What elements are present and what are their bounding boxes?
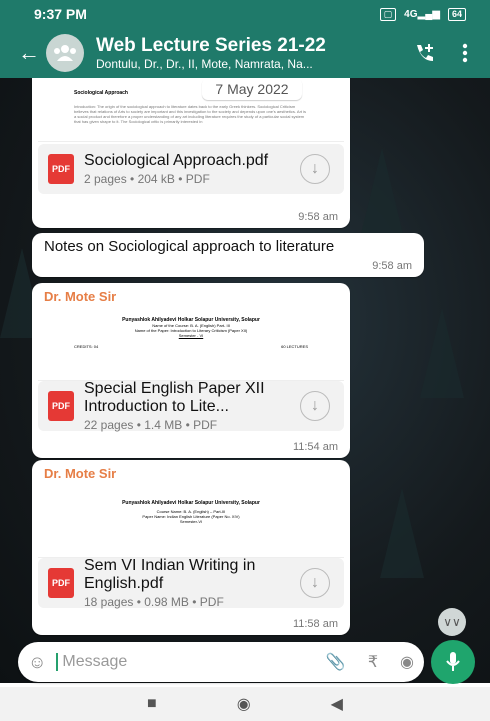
back-arrow-icon[interactable]: ←: [18, 40, 46, 66]
system-nav-bar: ■ ◉ ◀: [0, 687, 490, 721]
message-time: 9:58 am: [298, 211, 338, 223]
download-icon[interactable]: ↓: [300, 391, 330, 421]
download-icon[interactable]: ↓: [300, 154, 330, 184]
doc-meta: 2 pages • 204 kB • PDF: [84, 172, 210, 186]
doc-card[interactable]: PDF Sociological Approach.pdf 2 pages • …: [38, 144, 344, 194]
message-bubble-doc1[interactable]: Sociological Approach Introduction: The …: [32, 78, 350, 228]
battery-icon: 64: [447, 7, 466, 21]
download-icon[interactable]: ↓: [300, 568, 330, 598]
add-call-icon[interactable]: [412, 41, 436, 65]
attach-icon[interactable]: 📎: [326, 652, 346, 672]
wallpaper-tree: [380, 488, 424, 578]
message-composer[interactable]: ☺ Message 📎 ₹ ◉: [18, 642, 424, 682]
group-avatar[interactable]: [46, 34, 84, 72]
wallpaper-tree: [420, 308, 464, 398]
message-time: 9:58 am: [372, 260, 412, 272]
status-time: 9:37 PM: [34, 6, 87, 22]
pdf-icon: PDF: [48, 568, 74, 598]
message-bubble-doc2[interactable]: Dr. Mote Sir Punyashlok Ahilyadevi Holka…: [32, 283, 350, 458]
mic-icon: [446, 652, 460, 671]
wallpaper-tree: [360, 148, 404, 238]
doc-preview: Punyashlok Ahilyadevi Holkar Solapur Uni…: [38, 486, 344, 558]
doc-card[interactable]: PDF Special English Paper XII Introducti…: [38, 380, 344, 432]
sender-name: Dr. Mote Sir: [44, 466, 117, 481]
chat-titles[interactable]: Web Lecture Series 21-22 Dontulu, Dr., D…: [96, 35, 412, 71]
doc-name: Sociological Approach.pdf: [84, 152, 269, 169]
data-saver-icon: ▢: [379, 7, 397, 21]
message-bubble-text[interactable]: Notes on Sociological approach to litera…: [32, 233, 424, 277]
signal-icon: 4G▂▄▆: [404, 8, 440, 20]
payment-icon[interactable]: ₹: [368, 652, 378, 672]
chat-participants: Dontulu, Dr., Dr., II, Mote, Namrata, Na…: [96, 57, 313, 71]
doc-meta: 22 pages • 1.4 MB • PDF: [84, 418, 218, 432]
doc-meta: 18 pages • 0.98 MB • PDF: [84, 595, 224, 609]
home-icon[interactable]: ◉: [237, 694, 251, 714]
mic-button[interactable]: [431, 640, 475, 684]
double-chevron-down-icon: ∨∨: [443, 615, 461, 629]
pdf-icon: PDF: [48, 391, 74, 421]
status-icons: ▢ 4G▂▄▆ 64: [379, 7, 466, 21]
emoji-icon[interactable]: ☺: [28, 652, 46, 673]
doc-name: Special English Paper XII Introduction t…: [84, 380, 265, 415]
doc-preview: Punyashlok Ahilyadevi Holkar Solapur Uni…: [38, 309, 344, 381]
chat-area[interactable]: Sociological Approach Introduction: The …: [0, 78, 490, 683]
group-icon: [54, 45, 76, 61]
doc-card[interactable]: PDF Sem VI Indian Writing in English.pdf…: [38, 557, 344, 609]
sender-name: Dr. Mote Sir: [44, 289, 117, 304]
message-time: 11:58 am: [292, 618, 338, 630]
status-bar: 9:37 PM ▢ 4G▂▄▆ 64: [0, 0, 490, 28]
message-bubble-doc3[interactable]: Dr. Mote Sir Punyashlok Ahilyadevi Holka…: [32, 460, 350, 635]
text-cursor: [56, 653, 59, 671]
chat-title: Web Lecture Series 21-22: [96, 35, 326, 56]
recents-icon[interactable]: ■: [147, 695, 157, 713]
scroll-down-button[interactable]: ∨∨: [438, 608, 466, 636]
date-chip: 7 May 2022: [202, 78, 302, 100]
pdf-icon: PDF: [48, 154, 74, 184]
preview-line: Semester - VI: [178, 333, 204, 338]
message-text: Notes on Sociological approach to litera…: [44, 238, 335, 255]
preview-line: Semester-VI: [179, 519, 203, 524]
preview-intro: Introduction: The origin of the sociolog…: [74, 104, 307, 124]
chat-header: ← Web Lecture Series 21-22 Dontulu, Dr.,…: [0, 28, 490, 78]
preview-title: Punyashlok Ahilyadevi Holkar Solapur Uni…: [122, 500, 260, 506]
more-options-icon[interactable]: [462, 43, 468, 63]
doc-name: Sem VI Indian Writing in English.pdf: [84, 557, 256, 592]
camera-icon[interactable]: ◉: [400, 652, 414, 672]
back-icon[interactable]: ◀: [331, 694, 343, 714]
message-time: 11:54 am: [292, 441, 338, 453]
message-input[interactable]: Message: [62, 653, 326, 671]
header-actions: [412, 41, 468, 65]
preview-credits-row: CREDITS: 04 60 LECTURES: [74, 344, 308, 349]
